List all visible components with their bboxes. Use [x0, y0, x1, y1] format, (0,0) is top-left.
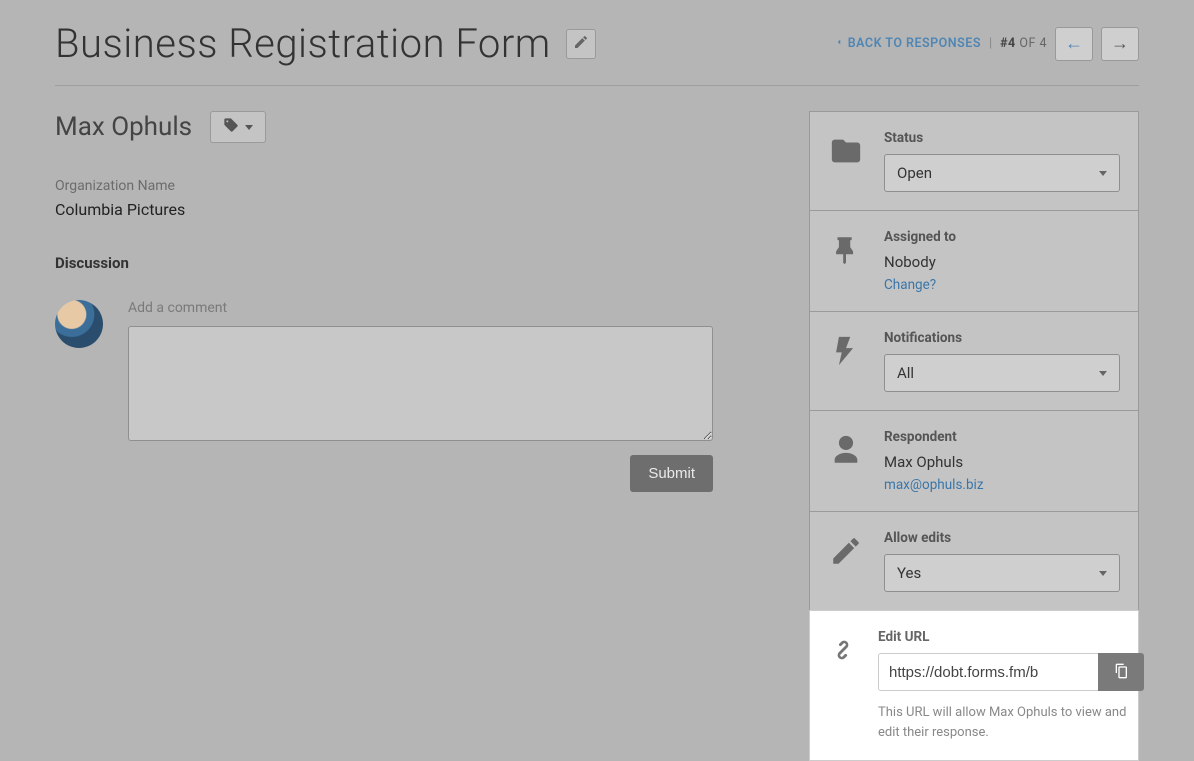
assigned-value: Nobody — [884, 253, 1120, 271]
next-response-button[interactable]: → — [1101, 27, 1139, 61]
card-status: Status Open — [809, 111, 1139, 210]
card-edit-url: Edit URL This URL will allow Max Ophuls … — [809, 610, 1139, 761]
page-title: Business Registration Form — [55, 20, 551, 67]
assigned-change-link[interactable]: Change? — [884, 277, 936, 293]
respondent-email-link[interactable]: max@ophuls.biz — [884, 477, 984, 493]
edit-url-label: Edit URL — [878, 629, 1144, 645]
bolt-icon — [826, 330, 866, 392]
title-wrap: Business Registration Form — [55, 20, 596, 67]
response-counter: #4 OF 4 — [1000, 36, 1047, 51]
link-icon — [826, 629, 860, 742]
edit-title-button[interactable] — [566, 29, 596, 59]
caret-left-icon — [834, 36, 844, 51]
submit-comment-button[interactable]: Submit — [630, 455, 713, 492]
notifications-value: All — [897, 364, 914, 382]
respondent-name: Max Ophuls — [55, 112, 192, 142]
assigned-label: Assigned to — [884, 229, 1120, 245]
allow-edits-value: Yes — [897, 564, 921, 582]
respondent-name-value: Max Ophuls — [884, 453, 1120, 471]
pencil-icon — [826, 530, 866, 592]
respondent-header: Max Ophuls — [55, 111, 774, 143]
card-respondent: Respondent Max Ophuls max@ophuls.biz — [809, 410, 1139, 511]
caret-down-icon — [1099, 171, 1107, 176]
header-right: BACK TO RESPONSES | #4 OF 4 ← → — [834, 27, 1139, 61]
copy-url-button[interactable] — [1098, 653, 1144, 691]
pencil-icon — [573, 34, 589, 53]
counter-current: #4 — [1000, 36, 1016, 51]
page-header: Business Registration Form BACK TO RESPO… — [55, 20, 1139, 86]
status-value: Open — [897, 164, 932, 182]
avatar — [55, 300, 103, 348]
counter-total: 4 — [1039, 36, 1047, 51]
allow-edits-select[interactable]: Yes — [884, 554, 1120, 592]
user-icon — [826, 429, 866, 493]
comment-row: Add a comment Submit — [55, 300, 774, 492]
edit-url-note: This URL will allow Max Ophuls to view a… — [878, 703, 1144, 742]
caret-down-icon — [245, 125, 253, 130]
comment-label: Add a comment — [128, 300, 774, 316]
prev-response-button[interactable]: ← — [1055, 27, 1093, 61]
comment-form: Add a comment Submit — [128, 300, 774, 492]
back-label-text: BACK TO RESPONSES — [848, 36, 981, 51]
org-name-label: Organization Name — [55, 178, 774, 194]
allow-edits-label: Allow edits — [884, 530, 1120, 546]
card-allow-edits: Allow edits Yes — [809, 511, 1139, 610]
sidebar: Status Open Assigned to Nobody Change? — [809, 111, 1139, 761]
edit-url-input[interactable] — [878, 653, 1098, 691]
arrow-right-icon: → — [1111, 33, 1129, 54]
main-column: Max Ophuls Organization Name Columbia Pi… — [55, 111, 774, 492]
copy-icon — [1113, 663, 1129, 682]
caret-down-icon — [1099, 571, 1107, 576]
comment-input[interactable] — [128, 326, 713, 441]
card-assigned: Assigned to Nobody Change? — [809, 210, 1139, 311]
card-notifications: Notifications All — [809, 311, 1139, 410]
arrow-left-icon: ← — [1065, 33, 1083, 54]
tag-dropdown[interactable] — [210, 111, 266, 143]
counter-of: OF — [1019, 36, 1036, 51]
notifications-select[interactable]: All — [884, 354, 1120, 392]
caret-down-icon — [1099, 371, 1107, 376]
tag-icon — [223, 117, 239, 137]
separator: | — [989, 36, 992, 51]
folder-icon — [826, 130, 866, 192]
status-label: Status — [884, 130, 1120, 146]
respondent-label: Respondent — [884, 429, 1120, 445]
discussion-heading: Discussion — [55, 254, 774, 272]
back-to-responses-link[interactable]: BACK TO RESPONSES — [834, 36, 981, 51]
pin-icon — [826, 229, 866, 293]
org-name-value: Columbia Pictures — [55, 200, 774, 219]
status-select[interactable]: Open — [884, 154, 1120, 192]
notifications-label: Notifications — [884, 330, 1120, 346]
